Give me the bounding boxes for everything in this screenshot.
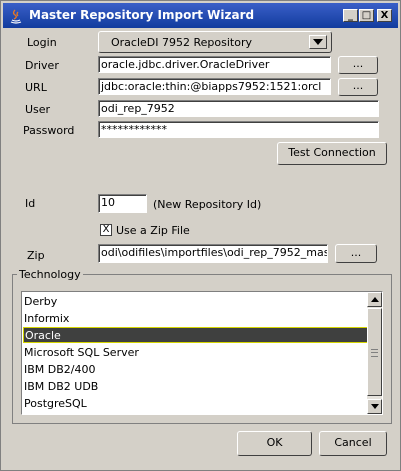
close-button[interactable]: X xyxy=(377,9,392,22)
list-item[interactable]: IBM DB2 UDB xyxy=(23,379,368,395)
technology-legend: Technology xyxy=(17,268,83,281)
id-label: Id xyxy=(25,197,36,210)
use-zip-label: Use a Zip File xyxy=(116,224,190,237)
list-item[interactable]: Informix xyxy=(23,311,368,327)
driver-field[interactable]: oracle.jdbc.driver.OracleDriver xyxy=(98,56,331,73)
grip-icon xyxy=(371,349,378,357)
zip-browse-button[interactable]: ... xyxy=(335,244,377,263)
driver-label: Driver xyxy=(25,59,59,72)
scroll-thumb[interactable] xyxy=(367,308,382,396)
login-label: Login xyxy=(27,36,57,49)
zip-label: Zip xyxy=(27,249,45,262)
list-item[interactable]: Derby xyxy=(23,294,368,310)
list-item[interactable]: Microsoft SQL Server xyxy=(23,345,368,361)
title-bar[interactable]: Master Repository Import Wizard _ □ X xyxy=(3,3,398,28)
window-title: Master Repository Import Wizard xyxy=(29,8,255,22)
user-field[interactable]: odi_rep_7952 xyxy=(98,100,379,117)
wizard-window: Master Repository Import Wizard _ □ X Lo… xyxy=(0,0,401,471)
scroll-down-icon[interactable] xyxy=(367,399,382,414)
url-browse-button[interactable]: ... xyxy=(338,78,378,96)
login-combo-value: OracleDI 7952 Repository xyxy=(111,36,252,49)
url-label: URL xyxy=(25,81,47,94)
cancel-button[interactable]: Cancel xyxy=(319,431,387,456)
test-connection-label: Test Connection xyxy=(288,146,376,159)
zip-field[interactable]: odi\odifiles\importfiles\odi_rep_7952_ma… xyxy=(98,244,328,263)
technology-scrollbar[interactable] xyxy=(367,292,382,414)
id-hint: (New Repository Id) xyxy=(153,198,262,211)
list-item[interactable]: PostgreSQL xyxy=(23,396,368,412)
url-browse-label: ... xyxy=(352,79,364,92)
chevron-down-icon[interactable] xyxy=(309,35,327,49)
maximize-button[interactable]: □ xyxy=(359,9,374,22)
ok-button[interactable]: OK xyxy=(237,431,312,456)
id-field[interactable]: 10 xyxy=(98,194,147,213)
list-item[interactable]: IBM DB2/400 xyxy=(23,362,368,378)
zip-browse-label: ... xyxy=(350,246,362,259)
ok-label: OK xyxy=(266,436,283,449)
user-label: User xyxy=(25,103,51,116)
technology-list[interactable]: Derby Informix Oracle Microsoft SQL Serv… xyxy=(21,291,383,415)
password-field[interactable]: ************ xyxy=(98,121,379,138)
test-connection-button[interactable]: Test Connection xyxy=(277,142,387,165)
password-label: Password xyxy=(23,124,75,137)
driver-browse-button[interactable]: ... xyxy=(338,56,378,74)
use-zip-checkbox[interactable]: X xyxy=(100,224,112,236)
minimize-button[interactable]: _ xyxy=(343,9,358,22)
scroll-up-icon[interactable] xyxy=(367,292,382,307)
cancel-label: Cancel xyxy=(334,436,372,449)
login-combo[interactable]: OracleDI 7952 Repository xyxy=(98,31,332,53)
list-item-selected[interactable]: Oracle xyxy=(23,327,368,343)
driver-browse-label: ... xyxy=(352,57,364,70)
java-icon xyxy=(10,9,22,24)
url-field[interactable]: jdbc:oracle:thin:@biapps7952:1521:orcl xyxy=(98,78,331,95)
